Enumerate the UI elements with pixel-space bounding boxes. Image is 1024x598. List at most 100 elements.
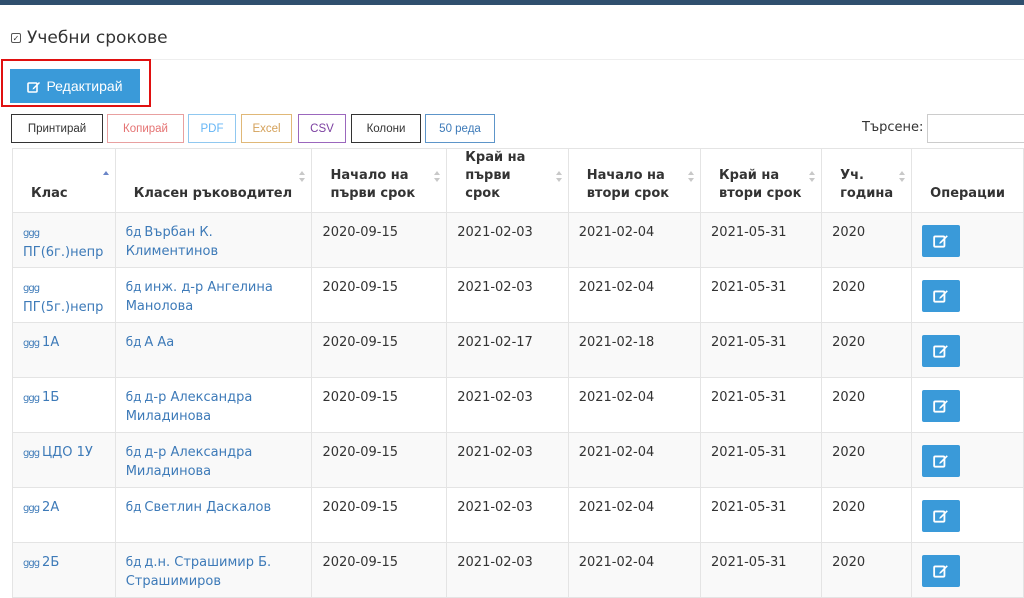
- row-edit-button[interactable]: [922, 390, 961, 422]
- sort-icon[interactable]: [299, 171, 306, 183]
- column-header-1[interactable]: Клас: [12, 148, 116, 213]
- year-cell: 2020: [821, 542, 913, 598]
- teacher-cell: бд д-р Александра Миладинова: [114, 377, 313, 433]
- column-header-line2: Операции: [930, 186, 1005, 201]
- operations-cell: [911, 542, 1024, 598]
- group-icon: ggg: [23, 448, 40, 459]
- row-edit-button[interactable]: [922, 280, 961, 312]
- s2-end-cell: 2021-05-31: [700, 432, 823, 488]
- column-header-line1: Край на: [719, 168, 780, 183]
- class-cell: ggg ПГ(6г.)непр: [12, 212, 116, 268]
- year-cell: 2020: [821, 267, 913, 323]
- class-link[interactable]: 2А: [42, 500, 59, 515]
- row-edit-button[interactable]: [922, 555, 961, 587]
- class-cell: ggg 1Б: [12, 377, 116, 433]
- teacher-glasses-icon: бд: [125, 225, 142, 239]
- export-button-6[interactable]: Колони: [351, 114, 421, 143]
- export-button-2[interactable]: Копирай: [107, 114, 184, 143]
- class-link[interactable]: ПГ(5г.)непр: [23, 300, 103, 315]
- column-header-5[interactable]: Начало на втори срок: [567, 148, 702, 213]
- group-icon: ggg: [23, 228, 40, 239]
- teacher-name: инж. д-р Ангелина Манолова: [125, 280, 273, 314]
- s1-start-cell: 2020-09-15: [311, 322, 448, 378]
- teacher-name: Светлин Даскалов: [144, 500, 272, 515]
- sort-icon[interactable]: [434, 171, 441, 183]
- column-header-line2: година: [840, 186, 894, 201]
- row-edit-button[interactable]: [922, 335, 961, 367]
- teacher-name: д-р Александра Миладинова: [125, 445, 253, 479]
- teacher-link[interactable]: бд Върбан К. Климентинов: [126, 225, 218, 259]
- row-edit-button[interactable]: [922, 445, 961, 477]
- table-row: ggg 2Б бд д.н. Страшимир Б. Страшимиров 2020…: [12, 542, 1024, 598]
- s1-start-cell: 2020-09-15: [311, 542, 448, 598]
- teacher-cell: бд инж. д-р Ангелина Манолова: [114, 267, 313, 323]
- class-link[interactable]: 1Б: [42, 390, 59, 405]
- s2-start-cell: 2021-02-04: [567, 542, 702, 598]
- export-button-5[interactable]: CSV: [298, 114, 346, 143]
- column-header-line1: Край на: [465, 150, 526, 165]
- column-header-3[interactable]: Начало на първи срок: [311, 148, 448, 213]
- teacher-link[interactable]: бд А Аа: [126, 335, 175, 350]
- column-header-4[interactable]: Край на първи срок: [446, 148, 569, 213]
- s1-end-cell: 2021-02-03: [446, 542, 569, 598]
- sort-icon[interactable]: [899, 171, 906, 183]
- s1-end-cell: 2021-02-03: [446, 487, 569, 543]
- s2-end-cell: 2021-05-31: [700, 487, 823, 543]
- year-cell: 2020: [821, 322, 913, 378]
- s1-start-cell: 2020-09-15: [311, 432, 448, 488]
- search-label: Търсене:: [862, 120, 924, 135]
- operations-cell: [911, 267, 1024, 323]
- class-cell: ggg 1А: [12, 322, 116, 378]
- s2-end-cell: 2021-05-31: [700, 322, 823, 378]
- operations-cell: [911, 377, 1024, 433]
- class-link[interactable]: 2Б: [42, 555, 59, 570]
- class-link[interactable]: ПГ(6г.)непр: [23, 245, 103, 260]
- s2-end-cell: 2021-05-31: [700, 377, 823, 433]
- row-edit-button[interactable]: [922, 500, 961, 532]
- export-button-4[interactable]: Excel: [241, 114, 292, 143]
- edit-square-icon: [933, 565, 949, 578]
- column-header-2[interactable]: Класен ръководител: [114, 148, 313, 213]
- operations-cell: [911, 212, 1024, 268]
- sort-icon[interactable]: [688, 171, 695, 183]
- s2-start-cell: 2021-02-04: [567, 212, 702, 268]
- teacher-glasses-icon: бд: [125, 390, 142, 404]
- class-link[interactable]: ЦДО 1У: [42, 445, 93, 460]
- row-edit-button[interactable]: [922, 225, 961, 257]
- s1-start-cell: 2020-09-15: [311, 212, 448, 268]
- column-header-8: Операции: [911, 148, 1024, 213]
- table-row: ggg ПГ(5г.)непр бд инж. д-р Ангелина Маноло…: [12, 267, 1024, 323]
- column-header-line2: втори срок: [586, 186, 670, 201]
- column-header-6[interactable]: Край на втори срок: [700, 148, 823, 213]
- class-link[interactable]: 1А: [42, 335, 59, 350]
- column-header-7[interactable]: Уч. година: [821, 148, 913, 213]
- year-cell: 2020: [821, 377, 913, 433]
- class-cell: ggg 2Б: [12, 542, 116, 598]
- edit-button-label: Редактирай: [46, 78, 123, 94]
- s2-start-cell: 2021-02-04: [567, 432, 702, 488]
- group-icon: ggg: [23, 283, 40, 294]
- search-input[interactable]: [927, 114, 1024, 143]
- s1-start-cell: 2020-09-15: [311, 267, 448, 323]
- class-cell: ggg 2А: [12, 487, 116, 543]
- edit-button[interactable]: Редактирай: [10, 69, 140, 103]
- export-button-1[interactable]: Принтирай: [11, 114, 103, 143]
- sort-icon[interactable]: [555, 171, 563, 183]
- sort-icon[interactable]: [809, 171, 816, 183]
- sort-asc-icon[interactable]: [102, 171, 110, 183]
- teacher-link[interactable]: бд д.н. Страшимир Б. Страшимиров: [126, 555, 272, 589]
- teacher-link[interactable]: бд д-р Александра Миладинова: [126, 445, 253, 479]
- column-header-line2: първи срок: [465, 168, 511, 201]
- year-cell: 2020: [821, 487, 913, 543]
- group-icon: ggg: [23, 558, 40, 569]
- group-icon: ggg: [23, 503, 40, 514]
- export-button-3[interactable]: PDF: [188, 114, 236, 143]
- export-button-7[interactable]: 50 реда: [425, 114, 495, 143]
- column-header-line2: Класен ръководител: [133, 186, 293, 201]
- s1-end-cell: 2021-02-03: [446, 432, 569, 488]
- teacher-link[interactable]: бд д-р Александра Миладинова: [126, 390, 253, 424]
- s1-end-cell: 2021-02-03: [446, 212, 569, 268]
- teacher-link[interactable]: бд Светлин Даскалов: [126, 500, 271, 515]
- teacher-link[interactable]: бд инж. д-р Ангелина Манолова: [126, 280, 273, 314]
- s2-start-cell: 2021-02-04: [567, 267, 702, 323]
